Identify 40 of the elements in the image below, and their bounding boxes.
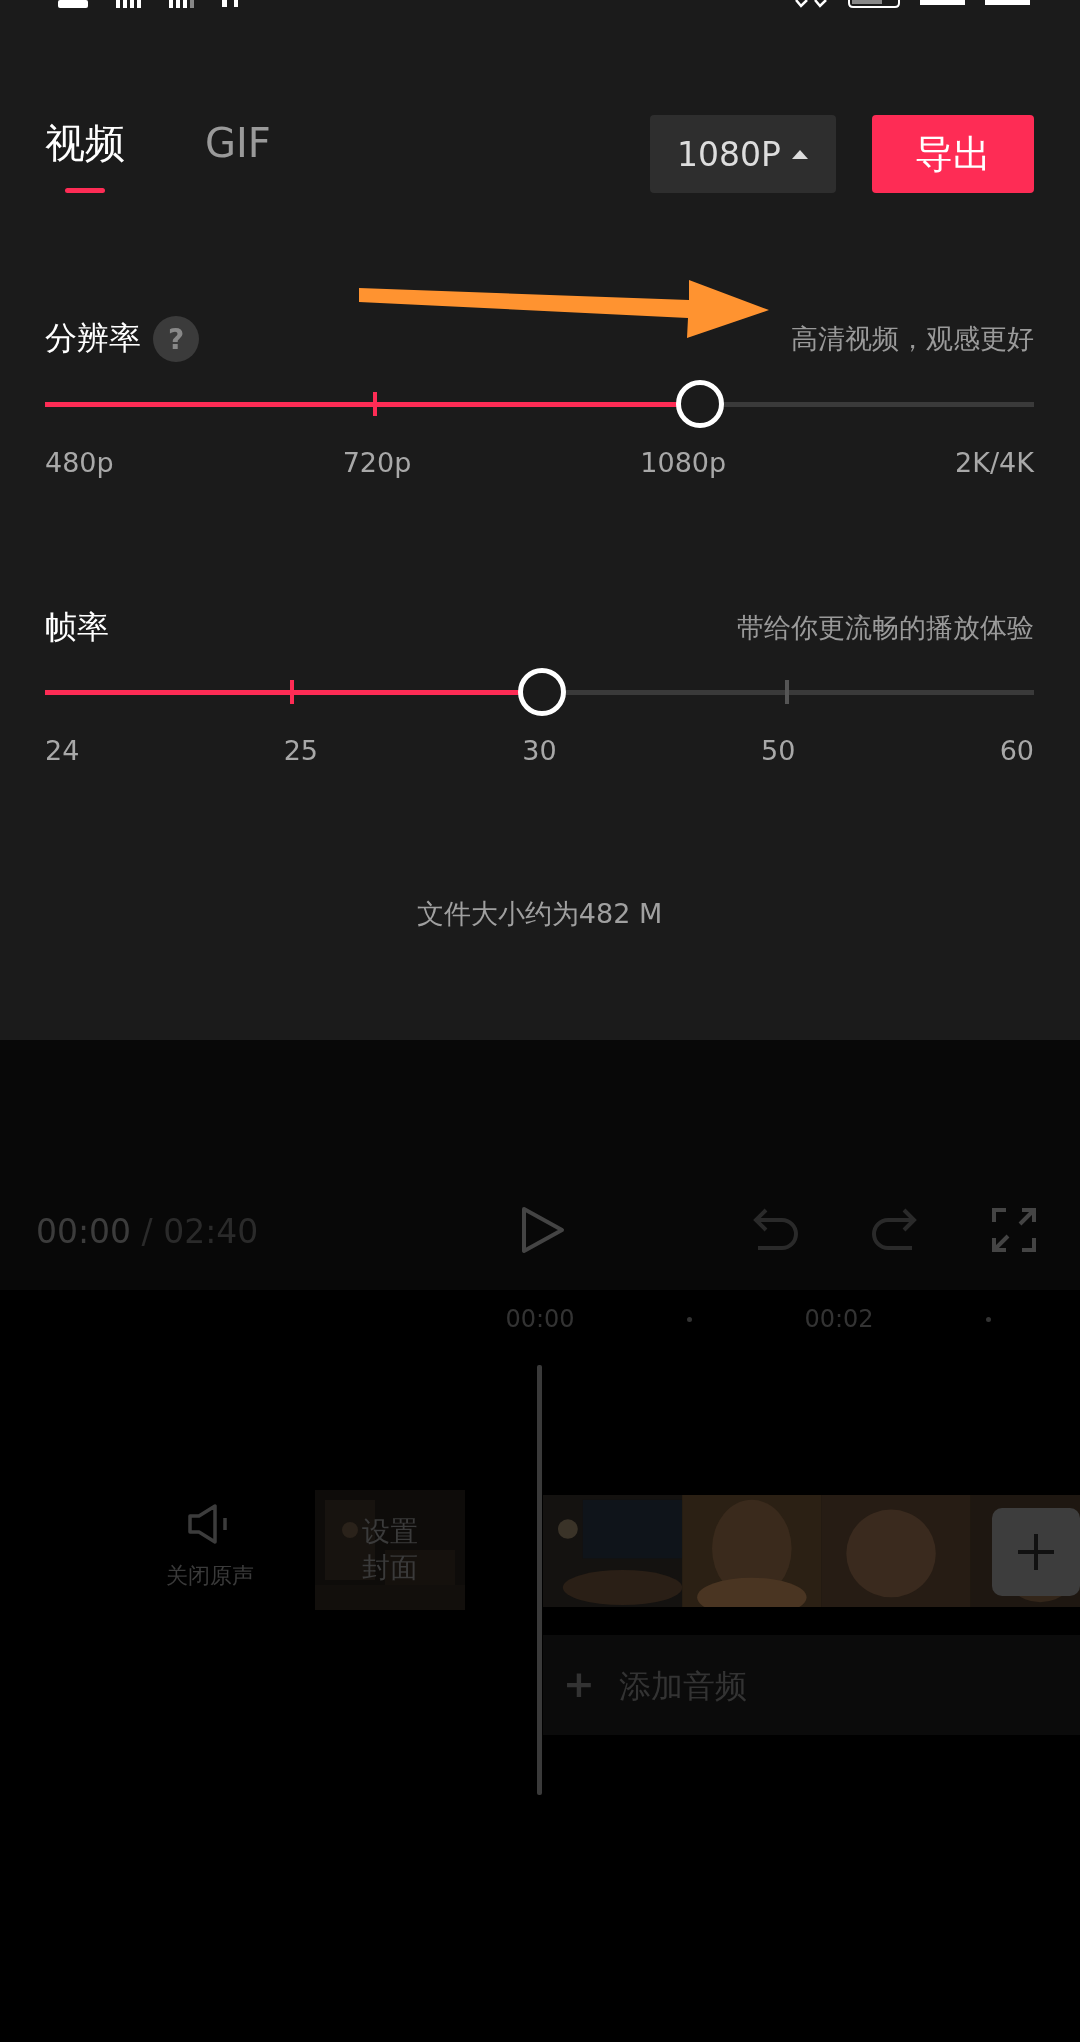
vibrate-icon: [794, 0, 828, 8]
slider-label: 720p: [342, 447, 412, 478]
slider-thumb[interactable]: [517, 668, 566, 716]
section-hint: 高清视频，观感更好: [791, 322, 1034, 356]
tab[interactable]: 视频: [45, 115, 125, 193]
play-icon[interactable]: [520, 1205, 566, 1255]
slider-stop: [290, 680, 295, 704]
signal-icon: [116, 0, 141, 8]
slider-label: 30: [522, 735, 557, 766]
slider-thumb[interactable]: [675, 380, 724, 428]
file-size-text: 文件大小约为482 M: [415, 897, 664, 931]
plus-icon: [1016, 1532, 1056, 1572]
section-title: 分辨率: [45, 318, 141, 359]
add-clip-button[interactable]: [992, 1508, 1080, 1596]
redo-icon[interactable]: [872, 1208, 918, 1252]
ruler-dot: [986, 1316, 991, 1322]
notification-icon: [58, 0, 88, 8]
signal-icon: [169, 0, 194, 8]
tab[interactable]: GIF: [205, 115, 271, 193]
slider-label: 25: [283, 735, 318, 766]
slider-label: 2K/4K: [955, 447, 1034, 478]
slider-stop: [372, 392, 377, 416]
caret-icon: [790, 148, 809, 160]
fullscreen-icon[interactable]: [992, 1208, 1036, 1252]
battery-icon: [848, 0, 900, 8]
slider-stop: [784, 680, 789, 704]
export-button[interactable]: 导出: [872, 115, 1034, 193]
undo-icon[interactable]: [752, 1208, 798, 1252]
wifi-icon: [222, 0, 238, 7]
mute-button[interactable]: 关闭原声: [150, 1503, 270, 1591]
slider-label: 60: [999, 735, 1034, 766]
slider-label: 1080p: [640, 447, 727, 478]
help-button[interactable]: ?: [153, 316, 199, 362]
slider-label: 50: [760, 735, 796, 766]
section-title: 帧率: [45, 607, 109, 648]
section-hint: 带给你更流畅的播放体验: [737, 611, 1034, 645]
slider-label: 24: [45, 735, 80, 766]
slider-label: 480p: [45, 447, 114, 478]
ruler-dot: [687, 1316, 692, 1322]
quality-dropdown[interactable]: 1080P: [650, 115, 836, 193]
